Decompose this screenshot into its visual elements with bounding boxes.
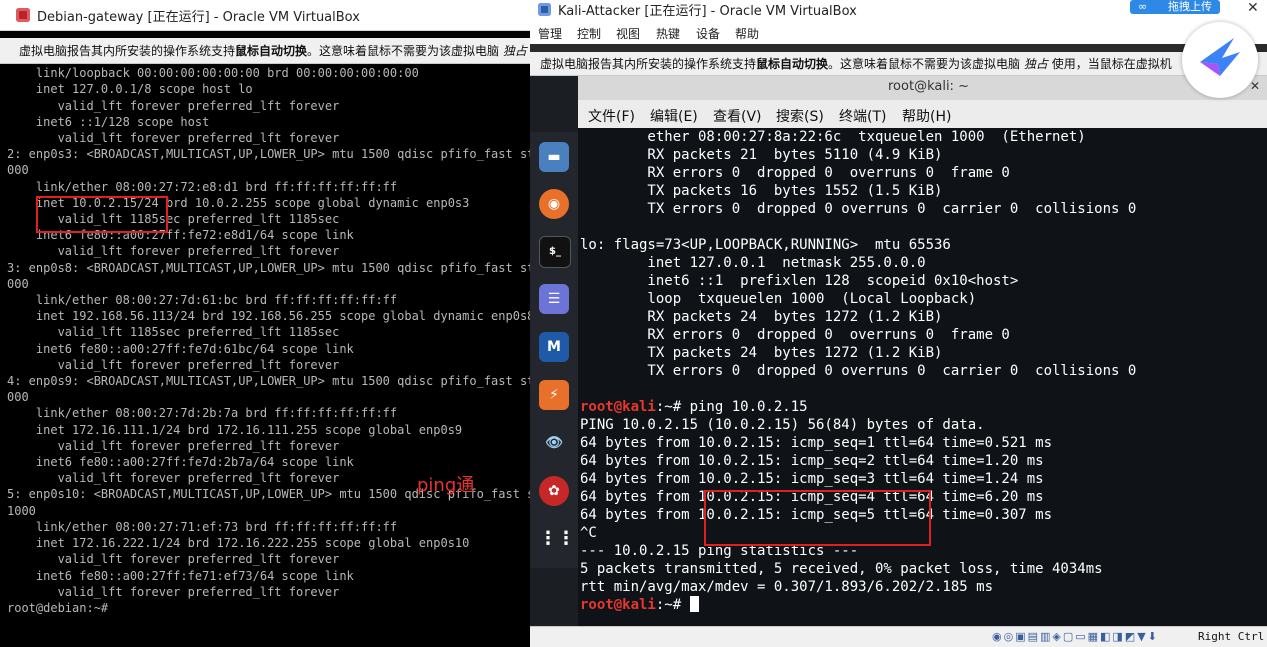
terminal-title: root@kali: ~: [888, 79, 969, 94]
menu-item-devices[interactable]: 设备: [696, 25, 720, 42]
notice-bold-text: 鼠标自动切换: [756, 57, 829, 71]
notice-italic-text: 独占: [502, 44, 527, 58]
menu-item-control[interactable]: 控制: [577, 25, 601, 42]
menu-item-help[interactable]: 帮助: [735, 25, 759, 42]
terminal-menu-view[interactable]: 查看(V): [713, 106, 762, 126]
terminal-icon[interactable]: $_: [539, 236, 571, 268]
terminal-menu-edit[interactable]: 编辑(E): [650, 106, 698, 126]
drag-upload-label: 拖拽上传: [1168, 0, 1212, 13]
notice-italic-text: 独占: [1023, 57, 1048, 71]
notice-text: 虚拟电脑报告其内所安装的操作系统支持: [540, 57, 757, 71]
bird-icon: [1200, 38, 1240, 76]
cloud-icon: ∞: [1138, 0, 1148, 13]
terminal-menu-terminal[interactable]: 终端(T): [839, 106, 886, 126]
terminal-cursor: [689, 596, 699, 612]
menu-item-view[interactable]: 视图: [616, 25, 640, 42]
menu-item-hotkey[interactable]: 热键: [656, 25, 680, 42]
eye-icon[interactable]: 👁: [539, 428, 569, 458]
burpsuite-icon[interactable]: ⚡: [539, 380, 569, 410]
highlight-box-ping: [704, 490, 931, 546]
host-key-label: Right Ctrl: [1198, 630, 1265, 643]
metasploit-icon[interactable]: M: [539, 332, 569, 362]
terminal-command: ping 10.0.2.15: [689, 399, 808, 415]
terminal-prompt-final: root@kali: [580, 597, 656, 613]
notice-text-3: 使用，当鼠标在虚拟机: [1051, 57, 1172, 71]
kali-attacker-window: Kali-Attacker [正在运行] - Oracle VM Virtual…: [530, 0, 1267, 647]
highlight-box-inet: [36, 196, 168, 233]
terminal-prompt: root@kali: [580, 399, 656, 415]
terminal-output[interactable]: ether 08:00:27:8a:22:6c txqueuelen 1000 …: [578, 128, 1267, 626]
notice-text-2: 。这意味着鼠标不需要为该虚拟电脑: [828, 57, 1021, 71]
kali-dock: ▬ ◉ $_ ☰ M ⚡ 👁 ✿ ⋮⋮⋮: [530, 132, 593, 568]
virtualbox-icon: [538, 3, 551, 16]
debian-gateway-window: Debian-gateway [正在运行] - Oracle VM Virtua…: [0, 0, 530, 647]
menu-item-manage[interactable]: 管理: [538, 25, 562, 42]
cherrytree-icon[interactable]: ✿: [539, 476, 569, 506]
left-mouse-integration-notice: 虚拟电脑报告其内所安装的操作系统支持鼠标自动切换。这意味着鼠标不需要为该虚拟电脑…: [0, 38, 530, 64]
bird-widget[interactable]: [1182, 22, 1258, 98]
prompt-suffix: :~#: [655, 399, 690, 415]
console-output: 1: lo: <LOOPBACK,UP,LOWER_UP> mtu 65536 …: [7, 50, 530, 615]
terminal-menu-search[interactable]: 搜索(S): [776, 106, 824, 126]
virtualbox-menubar: 管理 控制 视图 热键 设备 帮助: [530, 20, 1267, 44]
right-titlebar[interactable]: Kali-Attacker [正在运行] - Oracle VM Virtual…: [530, 0, 1267, 20]
prompt-suffix-final: :~#: [655, 597, 690, 613]
terminal-menu-file[interactable]: 文件(F): [588, 106, 635, 126]
drag-upload-button[interactable]: ∞ 拖拽上传: [1130, 0, 1220, 14]
terminal-menubar: 文件(F) 编辑(E) 查看(V) 搜索(S) 终端(T) 帮助(H): [578, 100, 1267, 129]
terminal-titlebar[interactable]: root@kali: ~ ✕: [578, 76, 1267, 100]
ping-annotation: ping通: [417, 475, 475, 496]
debian-console[interactable]: 1: lo: <LOOPBACK,UP,LOWER_UP> mtu 65536 …: [7, 49, 530, 639]
right-mouse-integration-notice: 虚拟电脑报告其内所安装的操作系统支持鼠标自动切换。这意味着鼠标不需要为该虚拟电脑…: [530, 52, 1267, 76]
status-device-icons[interactable]: ◉◎▣▤▥◈▢▭▦◧◨◩▼⬇: [992, 630, 1159, 643]
terminal-menu-help[interactable]: 帮助(H): [902, 106, 951, 126]
virtualbox-icon: [16, 8, 30, 22]
notice-text: 虚拟电脑报告其内所安装的操作系统支持: [19, 44, 236, 58]
app-grid-icon[interactable]: ⋮⋮⋮: [539, 524, 593, 554]
files-icon[interactable]: ▬: [539, 142, 569, 172]
virtualbox-statusbar: ◉◎▣▤▥◈▢▭▦◧◨◩▼⬇ Right Ctrl: [530, 626, 1267, 647]
text-editor-icon[interactable]: ☰: [539, 284, 569, 314]
notice-bold-text: 鼠标自动切换: [235, 44, 308, 58]
left-titlebar[interactable]: Debian-gateway [正在运行] - Oracle VM Virtua…: [0, 0, 530, 31]
notice-text-2: 。这意味着鼠标不需要为该虚拟电脑: [307, 44, 500, 58]
left-window-title: Debian-gateway [正在运行] - Oracle VM Virtua…: [37, 10, 360, 25]
right-window-title: Kali-Attacker [正在运行] - Oracle VM Virtual…: [558, 4, 857, 19]
close-icon[interactable]: ✕: [1247, 0, 1259, 16]
ifconfig-output: ether 08:00:27:8a:22:6c txqueuelen 1000 …: [580, 129, 1137, 379]
firefox-icon[interactable]: ◉: [539, 189, 569, 219]
